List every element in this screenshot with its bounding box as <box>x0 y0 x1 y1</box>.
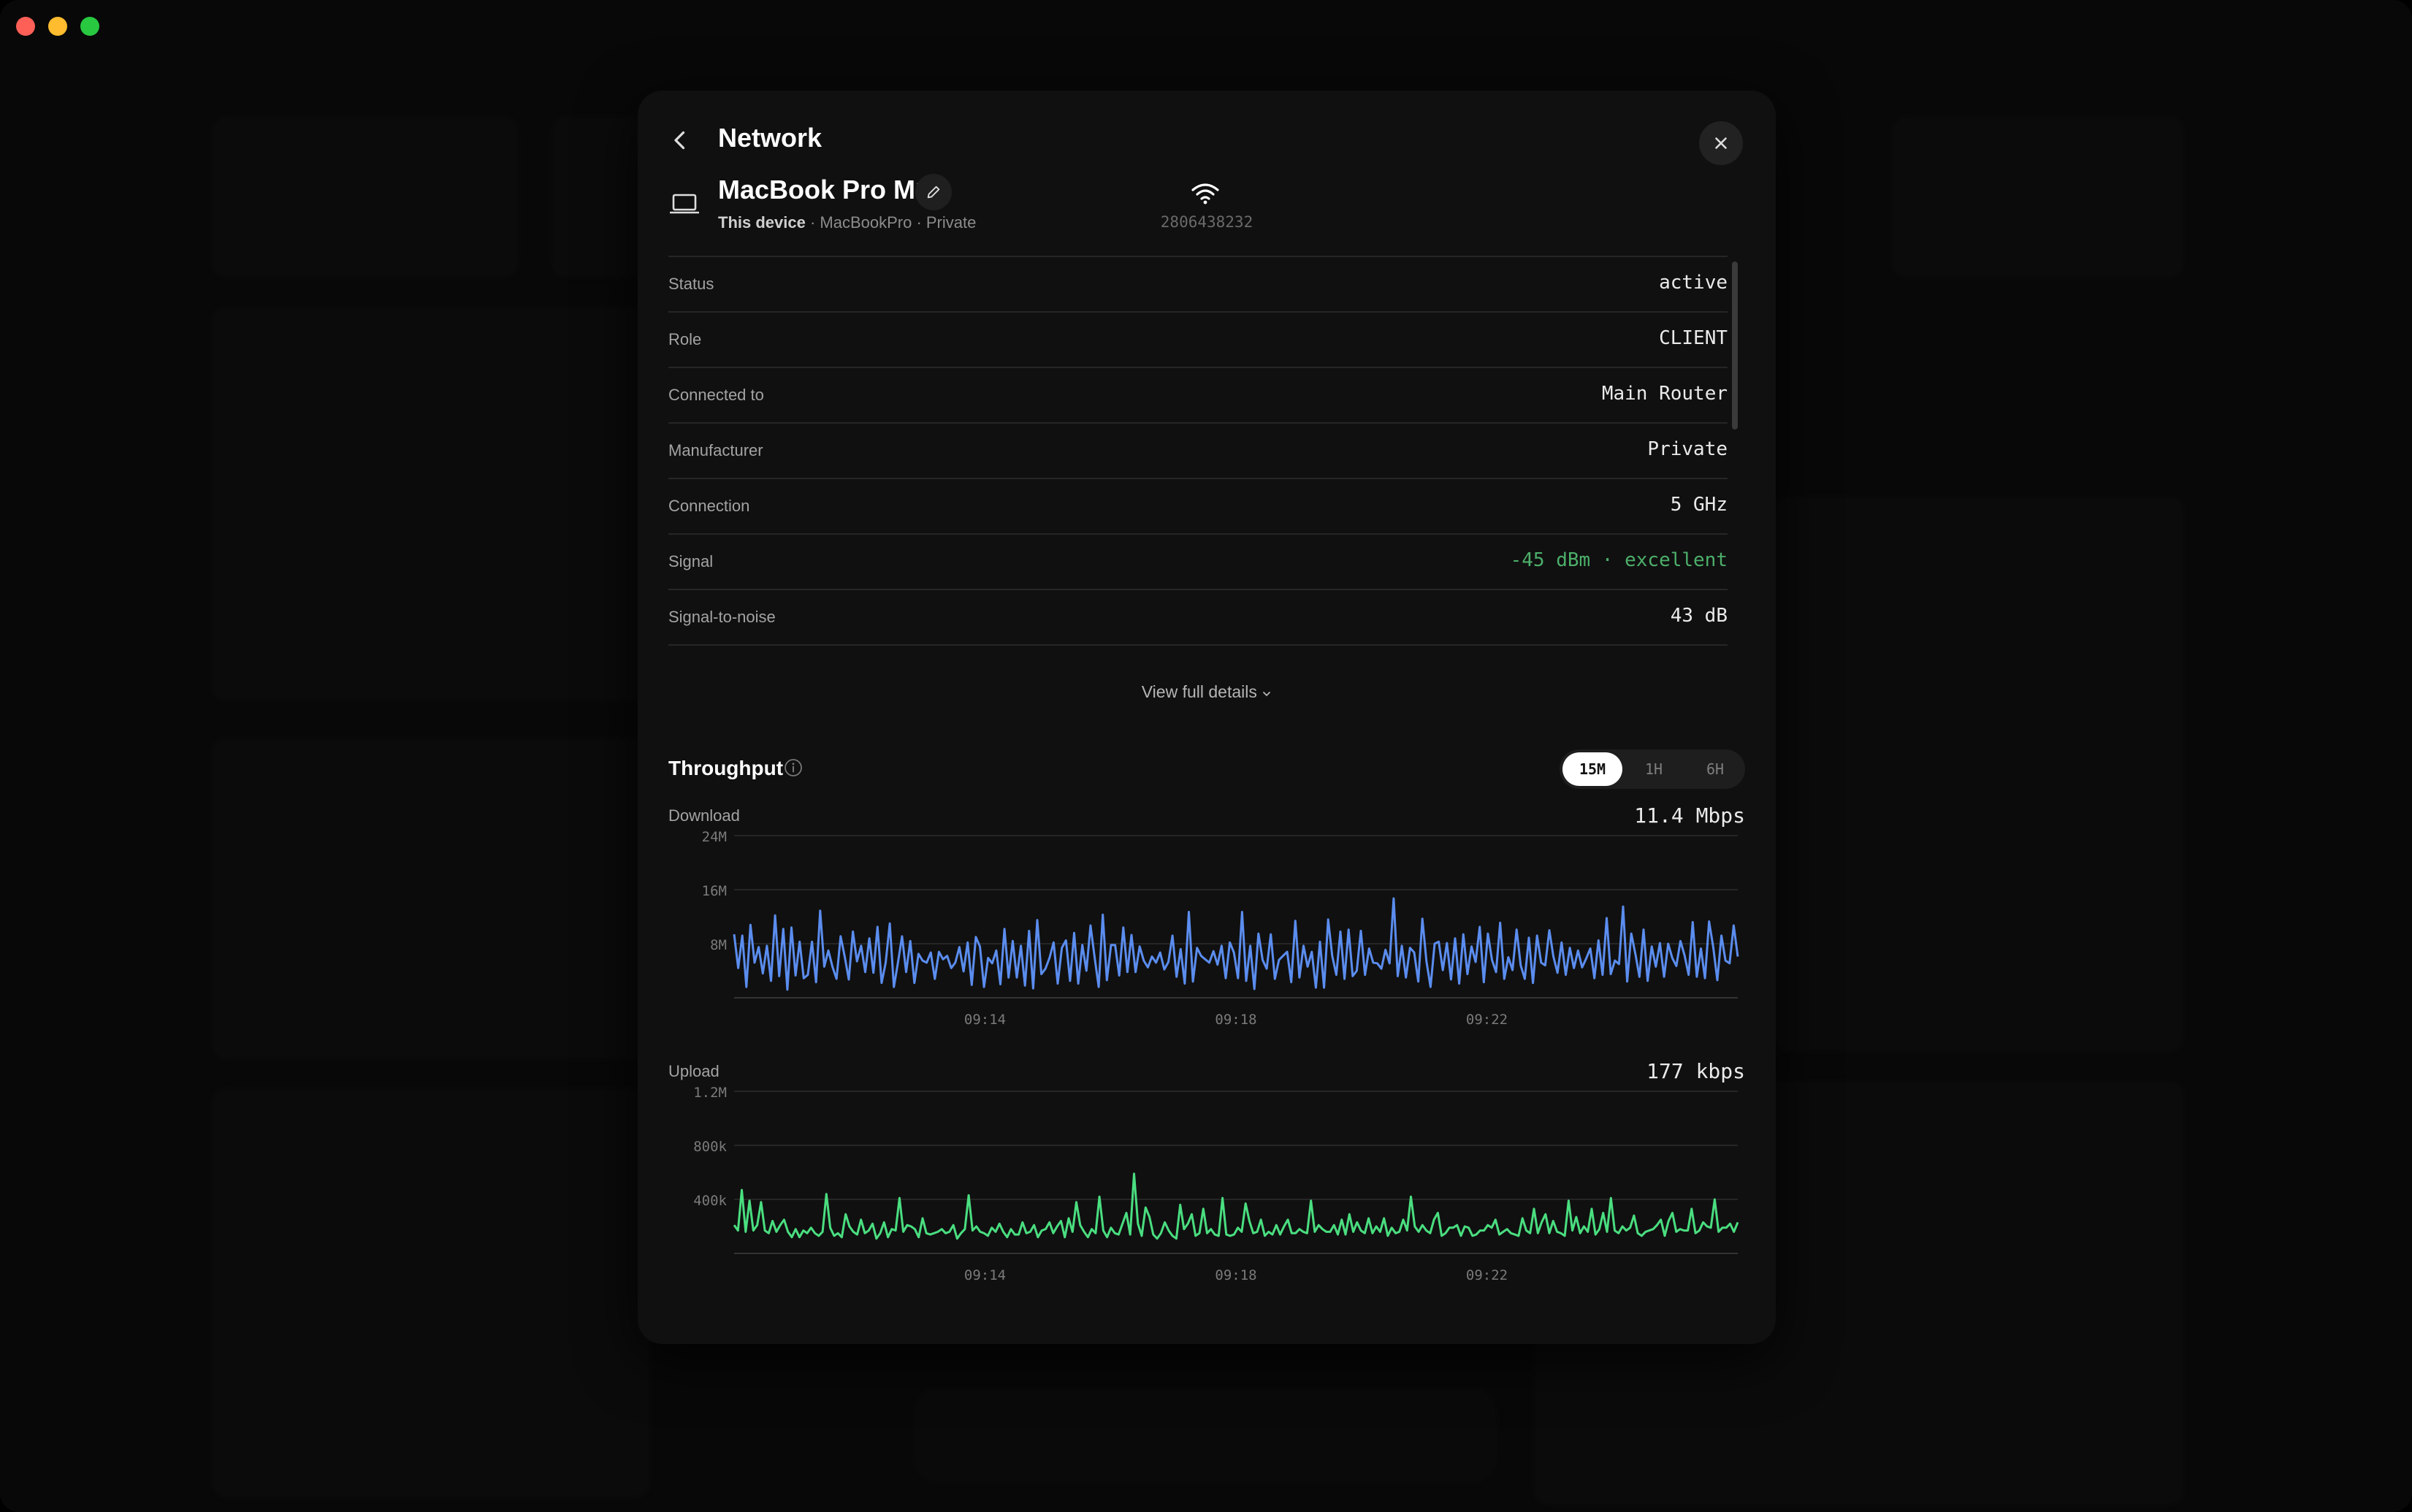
chevron-down-icon <box>1263 692 1271 697</box>
device-name: MacBook Pro M1 <box>718 175 931 205</box>
detail-row: Signal -45 dBm · excellent <box>668 533 1728 590</box>
wifi-icon <box>1191 183 1219 205</box>
download-ytick-label: 16M <box>702 883 727 899</box>
detail-key: Signal <box>668 552 714 570</box>
upload-xtick-label: 09:18 <box>1215 1267 1256 1281</box>
download-xtick-label: 09:14 <box>964 1012 1006 1026</box>
close-icon <box>1715 137 1727 149</box>
download-ytick-label: 8M <box>710 937 727 953</box>
app-window: Network MacBook Pro M1 This device · Mac… <box>0 0 2412 1512</box>
upload-current-value: 177 kbps <box>1646 1059 1745 1083</box>
detail-key: Connected to <box>668 386 764 404</box>
info-icon[interactable] <box>784 758 803 777</box>
upload-chart: 1.2M 800k 400k 09:14 09:18 09:22 <box>693 1085 1739 1281</box>
detail-row: Role CLIENT <box>668 311 1728 368</box>
details-fade <box>668 694 1728 760</box>
range-option-6h[interactable]: 6H <box>1685 752 1745 786</box>
device-subtitle-strong: This device <box>718 213 806 232</box>
detail-value: Main Router <box>1601 383 1728 405</box>
download-xtick-label: 09:22 <box>1466 1012 1508 1026</box>
detail-key: Status <box>668 275 714 293</box>
detail-row: Connection 5 GHz <box>668 478 1728 535</box>
download-ytick-label: 24M <box>702 829 727 845</box>
upload-ytick-label: 800k <box>693 1139 727 1155</box>
window-controls <box>16 17 99 36</box>
download-xtick-label: 09:18 <box>1215 1012 1256 1026</box>
network-modal: Network MacBook Pro M1 This device · Mac… <box>638 91 1776 1344</box>
download-chart: 24M 16M 8M 09:14 09:18 09:22 <box>702 829 1739 1026</box>
detail-value: 43 dB <box>1670 605 1728 627</box>
zoom-window-button[interactable] <box>80 17 99 36</box>
detail-key: Connection <box>668 497 750 515</box>
view-full-details-label: View full details <box>1141 682 1257 701</box>
detail-value: CLIENT <box>1659 327 1728 349</box>
time-range-toggle: 15M 1H 6H <box>1560 749 1745 789</box>
range-option-15m[interactable]: 15M <box>1562 752 1622 786</box>
upload-ytick-label: 400k <box>693 1193 727 1209</box>
view-full-details-link[interactable]: View full details <box>638 682 1776 702</box>
detail-value: active <box>1659 272 1728 294</box>
pencil-icon <box>927 186 940 199</box>
upload-xtick-label: 09:14 <box>964 1267 1006 1281</box>
detail-row: Signal-to-noise 43 dB <box>668 589 1728 646</box>
edit-name-button[interactable] <box>915 174 952 210</box>
detail-row: Connected to Main Router <box>668 367 1728 424</box>
details-scrollbar-thumb[interactable] <box>1732 261 1738 429</box>
throughput-title: Throughput <box>668 757 784 779</box>
device-subtitle: This device · MacBookPro · Private <box>718 213 976 232</box>
close-button[interactable] <box>1699 121 1743 165</box>
download-chart-title: Download <box>668 806 740 825</box>
minimize-window-button[interactable] <box>48 17 67 36</box>
upload-xtick-label: 09:22 <box>1466 1267 1508 1281</box>
upload-series-line <box>733 1172 1739 1240</box>
laptop-icon <box>670 194 699 214</box>
modal-title: Network <box>718 123 823 153</box>
detail-row: Manufacturer Private <box>668 422 1728 479</box>
detail-value: Private <box>1647 438 1728 460</box>
device-id: 2806438232 <box>1160 213 1253 231</box>
detail-row: Status active <box>668 256 1728 313</box>
device-subtitle-rest: · MacBookPro · Private <box>805 213 977 232</box>
detail-key: Manufacturer <box>668 441 763 459</box>
detail-key: Signal-to-noise <box>668 608 776 626</box>
range-option-1h[interactable]: 1H <box>1624 752 1684 786</box>
upload-ytick-label: 1.2M <box>693 1085 727 1101</box>
detail-key: Role <box>668 330 702 348</box>
detail-value: -45 dBm · excellent <box>1510 549 1728 571</box>
download-current-value: 11.4 Mbps <box>1634 803 1745 828</box>
close-window-button[interactable] <box>16 17 35 36</box>
upload-chart-title: Upload <box>668 1062 720 1080</box>
back-icon[interactable] <box>667 127 693 153</box>
detail-value: 5 GHz <box>1670 494 1728 516</box>
